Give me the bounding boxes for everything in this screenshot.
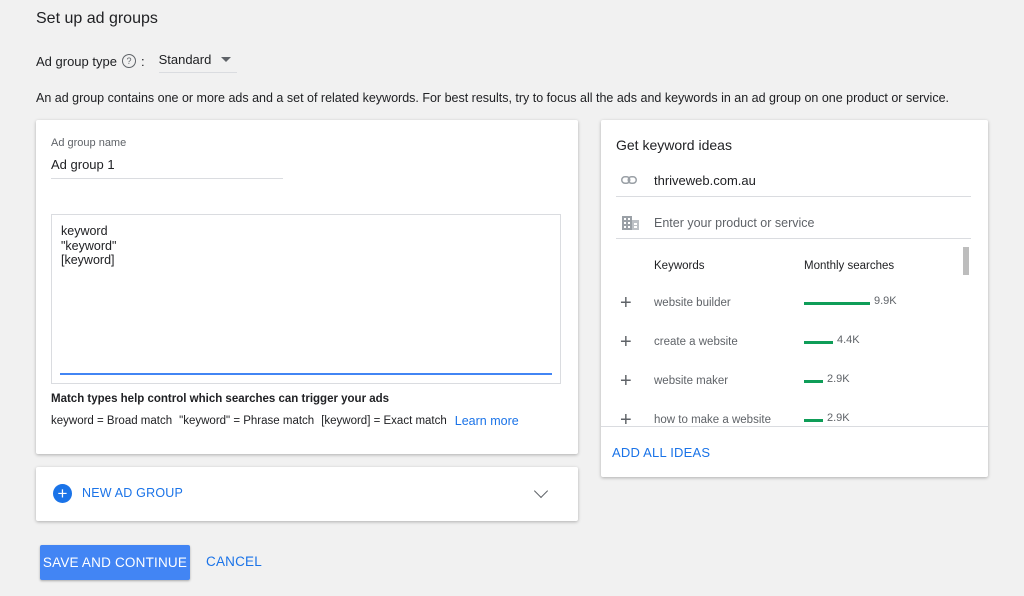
keyword-idea-row: + website builder 9.9K xyxy=(601,288,988,327)
add-keyword-icon[interactable]: + xyxy=(620,410,632,426)
monthly-searches-bar xyxy=(804,302,870,305)
add-keyword-icon[interactable]: + xyxy=(620,293,632,313)
monthly-searches-bar xyxy=(804,380,823,383)
ad-group-name-label: Ad group name xyxy=(51,137,127,149)
new-ad-group-card[interactable]: + NEW AD GROUP xyxy=(36,467,578,521)
ad-group-type-select[interactable]: Standard xyxy=(158,50,237,73)
add-circle-icon[interactable]: + xyxy=(53,484,72,503)
keywords-textarea[interactable]: keyword "keyword" [keyword] xyxy=(51,214,561,384)
cancel-button[interactable]: CANCEL xyxy=(206,554,262,569)
keyword-ideas-title: Get keyword ideas xyxy=(616,137,732,153)
ad-group-type-row: Ad group type ? : Standard xyxy=(36,50,237,73)
monthly-searches-value: 2.9K xyxy=(827,412,850,424)
keyword-idea-row: + website maker 2.9K xyxy=(601,366,988,405)
keyword-idea-text: website maker xyxy=(654,375,729,387)
new-ad-group-button[interactable]: NEW AD GROUP xyxy=(82,486,183,500)
ad-group-name-input[interactable]: Ad group 1 xyxy=(51,157,283,179)
add-all-ideas-button[interactable]: ADD ALL IDEAS xyxy=(612,445,710,460)
keywords-focus-underline xyxy=(60,373,552,375)
ad-group-description: An ad group contains one or more ads and… xyxy=(36,91,950,105)
website-url-value: thriveweb.com.au xyxy=(654,173,756,188)
add-keyword-icon[interactable]: + xyxy=(620,332,632,352)
match-types-legend: keyword = Broad match "keyword" = Phrase… xyxy=(51,414,526,428)
keywords-text: keyword "keyword" [keyword] xyxy=(61,224,117,267)
page-title: Set up ad groups xyxy=(36,10,158,27)
type-colon: : xyxy=(140,53,145,69)
keyword-ideas-list: + website builder 9.9K + create a website 4.4… xyxy=(601,288,988,426)
keywords-column-header: Keywords xyxy=(654,260,705,272)
monthly-searches-bar xyxy=(804,419,823,422)
monthly-searches-value: 4.4K xyxy=(837,334,860,346)
keyword-list-scrollbar[interactable] xyxy=(963,247,969,275)
keyword-idea-text: website builder xyxy=(654,297,731,309)
monthly-searches-bar xyxy=(804,341,833,344)
keyword-idea-row: + create a website 4.4K xyxy=(601,327,988,366)
dropdown-caret-icon xyxy=(221,56,232,62)
phrase-match-text: "keyword" = Phrase match xyxy=(179,415,315,427)
keyword-idea-row: + how to make a website 2.9K xyxy=(601,405,988,426)
chevron-down-icon[interactable] xyxy=(533,483,549,499)
monthly-searches-column-header: Monthly searches xyxy=(804,260,895,272)
learn-more-link[interactable]: Learn more xyxy=(455,414,519,428)
monthly-searches-value: 2.9K xyxy=(827,373,850,385)
help-circle-icon[interactable]: ? xyxy=(121,54,136,68)
keyword-idea-text: how to make a website xyxy=(654,414,771,426)
exact-match-text: [keyword] = Exact match xyxy=(321,415,447,427)
add-keyword-icon[interactable]: + xyxy=(620,371,632,391)
ad-group-type-label: Ad group type xyxy=(36,53,117,69)
broad-match-text: keyword = Broad match xyxy=(51,415,173,427)
card-divider xyxy=(601,426,988,427)
keyword-idea-text: create a website xyxy=(654,336,738,348)
link-icon xyxy=(621,176,637,184)
product-service-input[interactable]: Enter your product or service xyxy=(616,208,971,239)
match-types-title: Match types help control which searches … xyxy=(51,393,390,405)
ad-group-card: Ad group name Ad group 1 keyword "keywor… xyxy=(36,120,578,454)
product-service-placeholder: Enter your product or service xyxy=(654,216,815,230)
building-icon xyxy=(622,216,639,230)
keyword-ideas-card: Get keyword ideas thriveweb.com.au Enter… xyxy=(601,120,988,477)
monthly-searches-value: 9.9K xyxy=(874,295,897,307)
website-url-field[interactable]: thriveweb.com.au xyxy=(616,168,971,197)
ad-group-type-value: Standard xyxy=(158,51,212,67)
save-and-continue-button[interactable]: SAVE AND CONTINUE xyxy=(40,545,190,580)
